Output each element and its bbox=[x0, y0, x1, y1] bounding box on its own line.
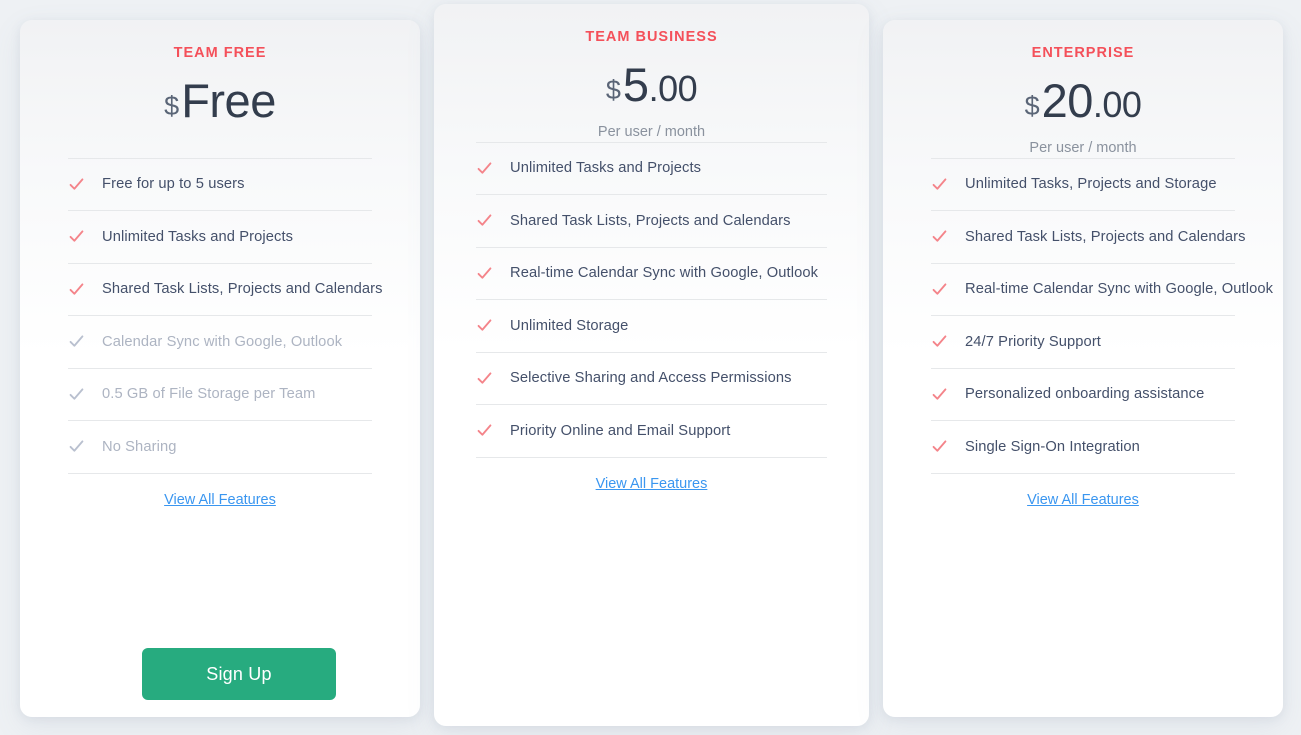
check-icon bbox=[477, 214, 492, 226]
feature-label: Unlimited Tasks, Projects and Storage bbox=[965, 176, 1217, 193]
plan-price: $ Free bbox=[164, 77, 276, 124]
plan-name: ENTERPRISE bbox=[1031, 45, 1135, 61]
feature-list: Free for up to 5 users Unlimited Tasks a… bbox=[68, 157, 382, 474]
pricing-card-team-business: TEAM BUSINESS $ 5 .00 Per user / month U… bbox=[434, 4, 1181, 726]
list-item: Shared Task Lists, Projects and Calendar… bbox=[68, 264, 382, 316]
list-item: 0.5 GB of File Storage per Team bbox=[68, 369, 372, 421]
list-item: Unlimited Tasks and Projects bbox=[476, 143, 827, 195]
list-item: No Sharing bbox=[68, 421, 372, 474]
list-item: Unlimited Tasks and Projects bbox=[68, 211, 372, 264]
check-icon bbox=[932, 283, 947, 295]
check-icon bbox=[477, 372, 492, 384]
list-item: Unlimited Tasks, Projects and Storage bbox=[931, 159, 1235, 211]
currency-symbol: $ bbox=[605, 74, 621, 105]
check-icon bbox=[69, 388, 84, 400]
check-icon bbox=[932, 178, 947, 190]
plan-name: TEAM BUSINESS bbox=[585, 29, 718, 45]
currency-symbol: $ bbox=[164, 90, 180, 121]
feature-label: Shared Task Lists, Projects and Calendar… bbox=[102, 281, 383, 298]
check-icon bbox=[932, 335, 947, 347]
check-icon bbox=[477, 319, 492, 331]
list-item: Real-time Calendar Sync with Google, Out… bbox=[931, 264, 1273, 316]
check-icon bbox=[69, 230, 84, 242]
view-all-features-link[interactable]: View All Features bbox=[1027, 492, 1139, 508]
price-amount: 5 bbox=[622, 57, 649, 111]
list-item: Personalized onboarding assistance bbox=[931, 369, 1235, 421]
feature-label: 0.5 GB of File Storage per Team bbox=[102, 386, 316, 403]
list-item: Real-time Calendar Sync with Google, Out… bbox=[476, 248, 827, 300]
check-icon bbox=[932, 440, 947, 452]
pricing-plans-container: TEAM FREE $ Free Free for up to 5 users … bbox=[0, 0, 1301, 735]
list-item: Shared Task Lists, Projects and Calendar… bbox=[476, 195, 827, 248]
feature-label: Unlimited Tasks and Projects bbox=[102, 228, 294, 245]
list-item: Calendar Sync with Google, Outlook bbox=[68, 316, 372, 369]
feature-label: Unlimited Tasks and Projects bbox=[510, 160, 702, 177]
pricing-card-team-free: TEAM FREE $ Free Free for up to 5 users … bbox=[20, 20, 420, 717]
list-item: Unlimited Storage bbox=[476, 300, 827, 353]
list-item: Free for up to 5 users bbox=[68, 159, 372, 211]
plan-price: $ 5 .00 bbox=[605, 57, 698, 111]
feature-label: Unlimited Storage bbox=[510, 317, 629, 334]
view-all-features-link[interactable]: View All Features bbox=[596, 476, 708, 492]
feature-label: Real-time Calendar Sync with Google, Out… bbox=[965, 281, 1274, 298]
feature-label: No Sharing bbox=[102, 438, 177, 455]
check-icon bbox=[69, 283, 84, 295]
currency-symbol: $ bbox=[1024, 90, 1040, 121]
price-period: Per user / month bbox=[1029, 139, 1137, 156]
feature-label: Single Sign-On Integration bbox=[965, 438, 1140, 455]
list-item: Single Sign-On Integration bbox=[931, 421, 1235, 474]
check-icon bbox=[69, 335, 84, 347]
check-icon bbox=[932, 388, 947, 400]
list-item: 24/7 Priority Support bbox=[931, 316, 1235, 369]
price-amount: 20 bbox=[1041, 73, 1094, 127]
list-item: Selective Sharing and Access Permissions bbox=[476, 353, 827, 405]
sign-up-button[interactable]: Sign Up bbox=[142, 648, 336, 700]
price-decimals: .00 bbox=[648, 67, 698, 109]
price-decimals: .00 bbox=[1092, 83, 1142, 125]
list-item: Priority Online and Email Support bbox=[476, 405, 827, 458]
pricing-card-enterprise: ENTERPRISE $ 20 .00 Per user / month Unl… bbox=[883, 20, 1283, 717]
price-amount: Free bbox=[181, 73, 276, 127]
check-icon bbox=[477, 162, 492, 174]
plan-name: TEAM FREE bbox=[173, 45, 267, 61]
check-icon bbox=[69, 178, 84, 190]
check-icon bbox=[69, 440, 84, 452]
feature-label: Shared Task Lists, Projects and Calendar… bbox=[965, 228, 1246, 245]
list-item: Shared Task Lists, Projects and Calendar… bbox=[931, 211, 1245, 264]
feature-label: Shared Task Lists, Projects and Calendar… bbox=[510, 212, 791, 229]
feature-list: Unlimited Tasks, Projects and Storage Sh… bbox=[931, 157, 1273, 474]
check-icon bbox=[477, 267, 492, 279]
feature-label: Priority Online and Email Support bbox=[510, 422, 731, 439]
check-icon bbox=[932, 230, 947, 242]
feature-label: Free for up to 5 users bbox=[102, 176, 245, 193]
view-all-features-link[interactable]: View All Features bbox=[164, 492, 276, 508]
feature-label: Personalized onboarding assistance bbox=[965, 386, 1205, 403]
feature-list: Unlimited Tasks and Projects Shared Task… bbox=[476, 141, 827, 458]
feature-label: 24/7 Priority Support bbox=[965, 333, 1101, 350]
plan-price: $ 20 .00 bbox=[1025, 77, 1142, 124]
feature-label: Selective Sharing and Access Permissions bbox=[510, 370, 792, 387]
feature-label: Real-time Calendar Sync with Google, Out… bbox=[510, 265, 819, 282]
feature-label: Calendar Sync with Google, Outlook bbox=[102, 333, 343, 350]
price-period: Per user / month bbox=[597, 123, 706, 140]
check-icon bbox=[477, 424, 492, 436]
